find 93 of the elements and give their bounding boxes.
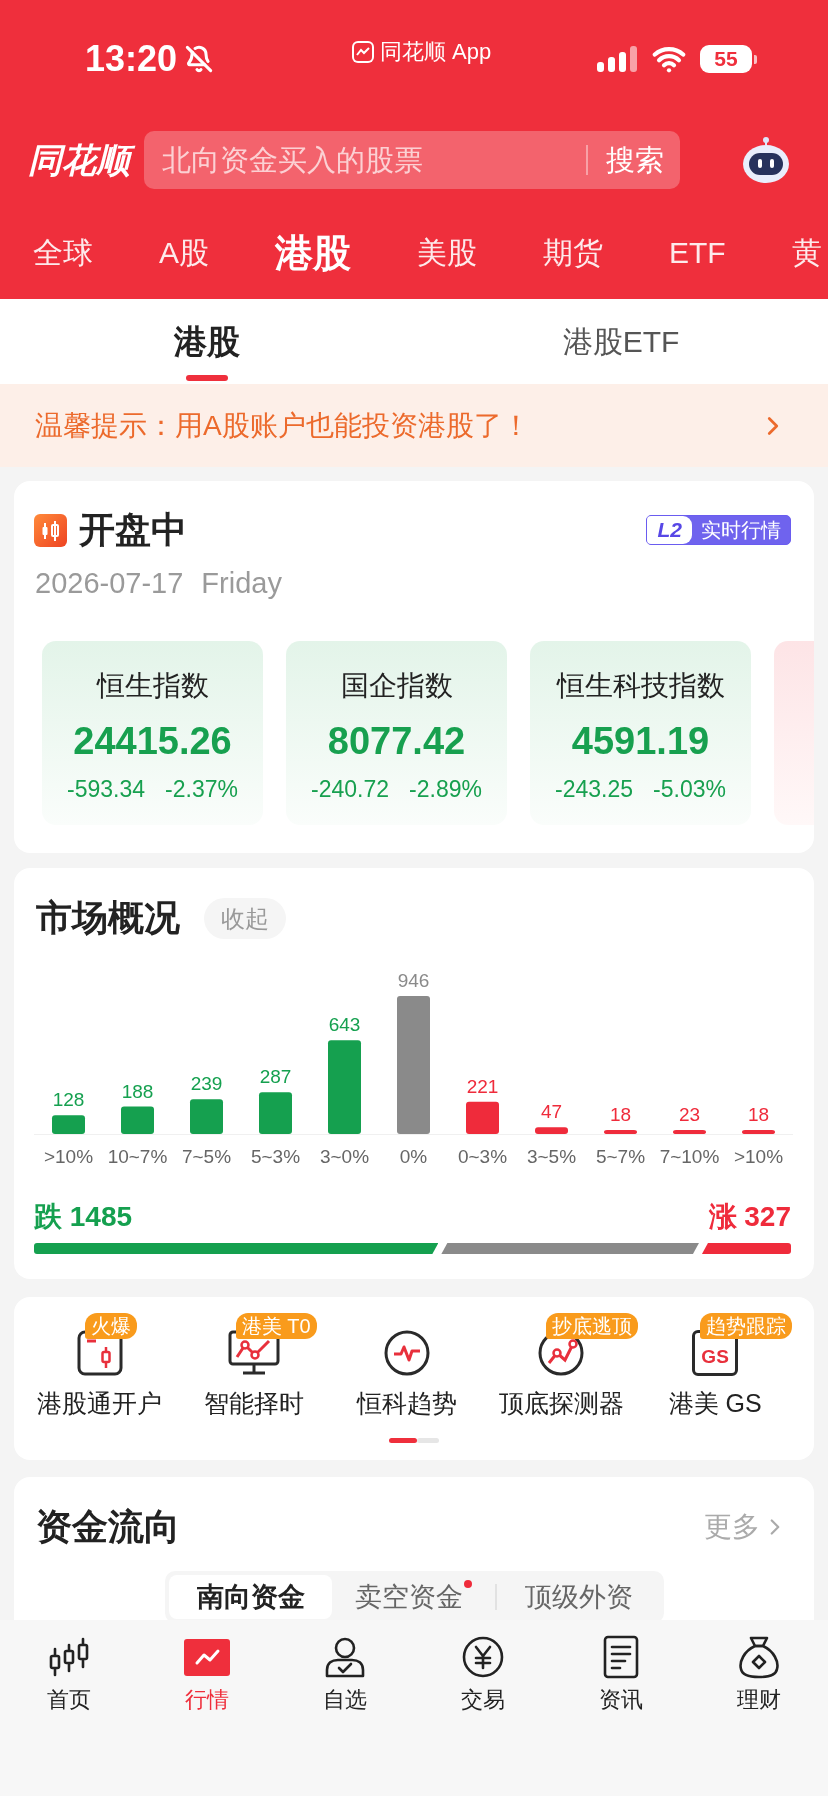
badge-label: 实时行情 (700, 517, 782, 543)
market-tab[interactable]: 美股 (417, 235, 477, 271)
section-title: 资金流向 (36, 1507, 180, 1547)
tool-shortcut[interactable]: 港美 T0 智能择时 (176, 1313, 331, 1419)
sub-tab[interactable]: 港股 (0, 299, 414, 384)
index-card[interactable]: 国企指数 8077.42 -240.72 -2.89% (286, 641, 507, 825)
app-logo: 同花顺 (0, 140, 144, 180)
bar-value-label: 188 (121, 1080, 154, 1102)
category-label: 3~5% (526, 1146, 577, 1167)
chart-bar (52, 1115, 85, 1134)
category-label: 5~7% (595, 1146, 646, 1167)
nav-item[interactable]: 行情 (138, 1635, 276, 1735)
signal-icon (597, 46, 638, 72)
bar-value-label: 239 (190, 1073, 223, 1095)
bar-value-label: 47 (540, 1101, 563, 1123)
tool-shortcut[interactable]: 火爆 港股通开户 (23, 1313, 177, 1419)
category-label: >10% (43, 1146, 94, 1167)
session-status: 开盘中 (79, 510, 187, 550)
nav-item[interactable]: 自选 (276, 1635, 414, 1735)
date-text: 2026-07-17 (35, 567, 184, 599)
market-tab[interactable]: 期货 (543, 235, 603, 271)
muted-bell-icon (185, 45, 214, 73)
index-name: 恒生指数 (96, 670, 209, 702)
chart-bar (604, 1130, 637, 1134)
segment-tab[interactable]: 顶级外资 (497, 1575, 660, 1619)
category-label: 7~10% (659, 1146, 720, 1167)
index-card[interactable]: 恒生科技指数 4591.19 -243.25 -5.03% (530, 641, 751, 825)
market-tab[interactable]: 黄 (791, 235, 822, 271)
tool-shortcut[interactable]: 抄底逃顶 顶底探测器 (484, 1313, 639, 1419)
category-label: 10~7% (107, 1146, 168, 1167)
segment-tab[interactable]: 南向资金 (169, 1575, 332, 1619)
bar-value-label: 643 (328, 1014, 361, 1036)
index-value: 24415.26 (73, 720, 232, 762)
nav-item[interactable]: 首页 (0, 1635, 138, 1735)
category-label: 0~3% (457, 1146, 508, 1167)
chart-bar (466, 1101, 499, 1134)
realtime-quote-badge[interactable]: L2 实时行情 (646, 515, 791, 545)
category-label: >10% (733, 1146, 784, 1167)
market-tab[interactable]: A股 (159, 235, 209, 271)
market-tab[interactable]: ETF (669, 235, 726, 271)
chart-bar (742, 1130, 775, 1134)
weekday-text: Friday (201, 567, 282, 599)
bar-value-label: 18 (609, 1104, 632, 1125)
index-card[interactable]: 恒生指数 24415.26 -593.34 -2.37% (42, 641, 263, 825)
index-percent: -2.89% (409, 775, 482, 803)
market-tab[interactable]: 全球 (33, 235, 93, 271)
tool-badge: 火爆 (84, 1313, 137, 1339)
section-title: 市场概况 (36, 897, 180, 939)
nav-item[interactable]: 交易 (414, 1635, 552, 1735)
index-percent: -2.37% (165, 775, 238, 803)
index-change: -243.25 (555, 775, 634, 803)
index-change: -593.34 (67, 775, 146, 803)
chart-bar (121, 1106, 154, 1134)
candlestick-icon (34, 513, 67, 547)
yen-circle-icon (460, 1635, 506, 1679)
bar-value-label: 221 (466, 1075, 499, 1097)
nav-item[interactable]: 理财 (690, 1635, 828, 1735)
bar-value-label: 23 (678, 1104, 701, 1125)
index-change: -240.72 (311, 775, 390, 803)
bar-value-label: 287 (259, 1066, 292, 1088)
app-icon (350, 40, 375, 64)
index-value: 8077.42 (327, 720, 466, 762)
money-bag-icon (736, 1635, 782, 1679)
advance-count: 涨 327 (708, 1200, 791, 1234)
tool-badge: 抄底逃顶 (546, 1313, 639, 1339)
market-tab[interactable]: 港股 (275, 231, 351, 275)
sub-tab[interactable]: 港股ETF (414, 299, 828, 384)
decline-count: 跌 1485 (34, 1200, 133, 1234)
category-label: 3~0% (319, 1146, 370, 1167)
battery-indicator: 55 (700, 45, 757, 73)
bar-value-label: 128 (52, 1089, 85, 1111)
index-name: 恒生科技指数 (556, 670, 725, 702)
chart-bar (673, 1130, 706, 1134)
pulse-circle-icon (384, 1330, 431, 1376)
level2-tag: L2 (647, 516, 692, 544)
category-label: 0% (399, 1146, 428, 1167)
status-time: 13:20 (85, 39, 178, 79)
chart-bar (535, 1127, 568, 1134)
bar-value-label: 18 (747, 1104, 770, 1125)
bar-value-label: 946 (397, 970, 430, 991)
tool-shortcut[interactable]: 恒科趋势 (330, 1313, 485, 1419)
chart-bar (190, 1099, 223, 1134)
chart-bar (259, 1092, 292, 1134)
nav-item[interactable]: 资讯 (552, 1635, 690, 1735)
category-label: 5~3% (250, 1146, 301, 1167)
index-name: 国企指数 (340, 670, 453, 702)
robot-assistant-icon[interactable] (740, 136, 792, 184)
tool-badge: 港美 T0 (235, 1313, 317, 1339)
index-percent: -5.03% (653, 775, 726, 803)
segment-tab[interactable]: 卖空资金 (332, 1575, 495, 1619)
index-value: 4591.19 (571, 720, 710, 762)
app-name: 同花顺 App (379, 39, 492, 65)
category-label: 7~5% (181, 1146, 232, 1167)
